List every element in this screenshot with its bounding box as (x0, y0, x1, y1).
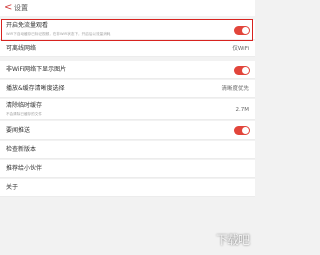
setting-offline-network[interactable]: 可离线网络 仅WiFi (0, 41, 255, 57)
setting-description: 不会清除已缓存的文件 (6, 112, 42, 116)
page-title: 设置 (14, 4, 28, 12)
setting-check-update[interactable]: 检查新版本 (0, 141, 255, 159)
watermark-logo: 下载吧 (206, 226, 252, 250)
setting-label: 可离线网络 (6, 45, 37, 52)
setting-label: 清除临时缓存 (6, 102, 43, 109)
setting-about[interactable]: 关于 (0, 179, 255, 197)
top-bar: < 设置 (0, 0, 255, 16)
setting-label: 关于 (6, 184, 19, 191)
setting-news-push[interactable]: 要闻推送 (0, 121, 255, 140)
back-arrow-icon[interactable]: < (4, 2, 12, 14)
cache-size-value: 2.7M (235, 107, 250, 113)
setting-playback-quality[interactable]: 播放&缓存清晰度选择 清晰度优先 (0, 80, 255, 98)
show-images-toggle[interactable] (234, 66, 250, 75)
setting-label: 非WiFi网络下显示图片 (6, 66, 67, 73)
setting-value: 仅WiFi (232, 46, 249, 52)
news-push-toggle[interactable] (234, 126, 250, 135)
setting-label: 推荐给小伙伴 (6, 165, 43, 172)
setting-label: 要闻推送 (6, 127, 31, 134)
setting-clear-cache[interactable]: 清除临时缓存 不会清除已缓存的文件 2.7M (0, 99, 255, 120)
setting-label: 播放&缓存清晰度选择 (6, 85, 65, 92)
watermark-text: 下载吧 (216, 233, 250, 247)
setting-value: 清晰度优先 (221, 86, 249, 92)
highlight-frame (1, 19, 253, 41)
setting-label: 检查新版本 (6, 146, 37, 153)
setting-show-images-non-wifi[interactable]: 非WiFi网络下显示图片 (0, 61, 255, 79)
setting-recommend-friends[interactable]: 推荐给小伙伴 (0, 160, 255, 178)
